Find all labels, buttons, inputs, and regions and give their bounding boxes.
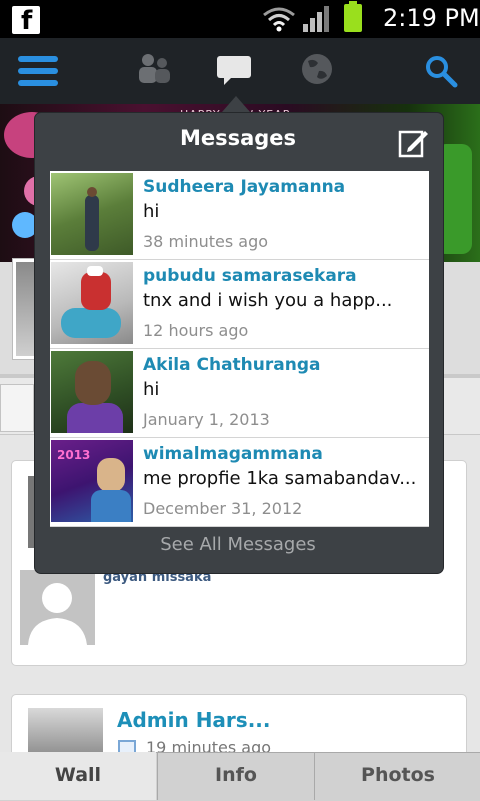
message-time: January 1, 2013 [143, 410, 270, 429]
message-preview: hi [143, 201, 160, 222]
message-item[interactable]: Akila Chathuranga hi January 1, 2013 [50, 349, 429, 438]
messages-list: Sudheera Jayamanna hi 38 minutes ago pub… [50, 171, 429, 527]
message-preview: me propfie 1ka samabandav... [143, 468, 417, 489]
tab-wall[interactable]: Wall [0, 752, 156, 800]
popup-title: Messages [179, 126, 297, 150]
status-time: 2:19 PM [383, 4, 480, 32]
tab-photos[interactable]: Photos [314, 752, 480, 800]
facebook-icon: f [12, 6, 40, 36]
sender-photo [51, 351, 133, 433]
message-preview: hi [143, 379, 160, 400]
chat-icon[interactable] [216, 54, 252, 88]
sender-name: Sudheera Jayamanna [143, 177, 346, 197]
sender-photo: 2013 [51, 440, 133, 522]
menu-icon[interactable] [18, 56, 58, 86]
search-icon[interactable] [424, 54, 458, 88]
message-item[interactable]: 2013 wimalmagammana me propfie 1ka samab… [50, 438, 429, 527]
avatar[interactable] [20, 570, 95, 645]
message-item[interactable]: Sudheera Jayamanna hi 38 minutes ago [50, 171, 429, 260]
sender-photo [51, 173, 133, 255]
see-all-messages-link[interactable]: See All Messages [34, 534, 442, 555]
message-preview: tnx and i wish you a happ... [143, 290, 393, 311]
sender-name: pubudu samarasekara [143, 266, 357, 286]
compose-icon[interactable] [398, 128, 428, 158]
message-time: 12 hours ago [143, 321, 249, 340]
signal-icon [303, 6, 329, 32]
sender-photo [51, 262, 133, 344]
globe-icon[interactable] [300, 52, 334, 86]
avatar[interactable] [28, 708, 103, 758]
message-item[interactable]: pubudu samarasekara tnx and i wish you a… [50, 260, 429, 349]
post-author-name[interactable]: Admin Hars... [117, 708, 271, 732]
message-time: December 31, 2012 [143, 499, 303, 518]
default-avatar-icon [20, 570, 95, 645]
battery-icon [344, 1, 362, 32]
wifi-icon [263, 7, 295, 32]
sender-name: wimalmagammana [143, 444, 323, 464]
message-time: 38 minutes ago [143, 232, 269, 251]
tab-info[interactable]: Info [157, 752, 314, 800]
sender-name: Akila Chathuranga [143, 355, 321, 375]
popup-pointer [222, 96, 250, 112]
profile-action-button[interactable] [0, 384, 34, 432]
friends-icon[interactable] [136, 52, 172, 86]
